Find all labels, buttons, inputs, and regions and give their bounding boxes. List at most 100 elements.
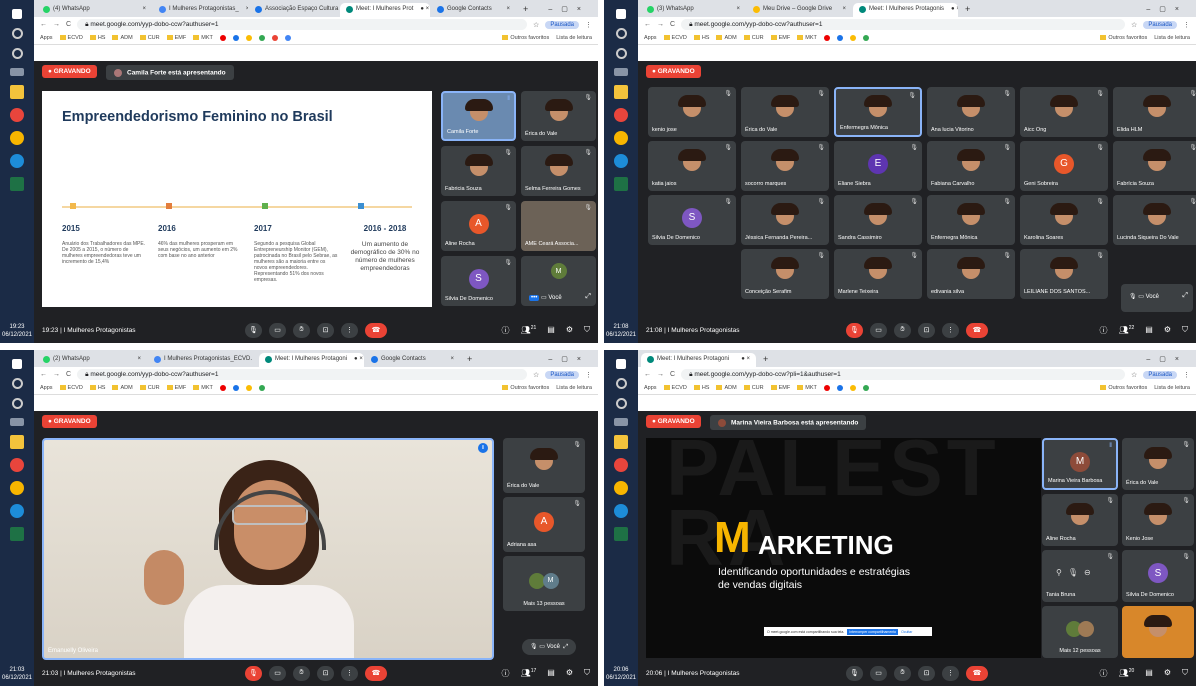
present-button[interactable]: ⊡ — [918, 322, 935, 338]
main-speaker-tile[interactable]: Emanuelly Oliveira ⦀ — [42, 438, 494, 660]
mic-button[interactable]: 🎙︎ — [846, 665, 863, 681]
camera-button[interactable]: ▭ — [870, 322, 887, 338]
new-tab-button[interactable]: + — [959, 4, 976, 17]
extensions-icon[interactable]: ☆ — [1131, 21, 1137, 29]
site-bookmark-icon[interactable] — [245, 35, 252, 41]
windows-start-icon[interactable] — [12, 359, 22, 369]
window-controls[interactable]: –▢× — [540, 5, 598, 17]
bookmark-mkt[interactable]: MKT — [797, 35, 817, 41]
participant-tile[interactable]: G Geni Sobreira 🎙︎ — [1020, 141, 1108, 191]
windows-start-icon[interactable] — [12, 9, 22, 19]
participant-tile[interactable]: ⚲🎙︎⊖ Tania Bruna 🎙︎ — [1042, 550, 1118, 602]
participant-tile[interactable]: S Silvia De Domenico 🎙︎ — [1122, 550, 1194, 602]
participant-tile[interactable]: LEILIANE DOS SANTOS... 🎙︎ — [1020, 249, 1108, 299]
participant-tile[interactable]: katia jaios 🎙︎ — [648, 141, 736, 191]
bookmark-apps[interactable]: Apps — [40, 385, 53, 391]
chat-icon[interactable]: ▤ — [1145, 325, 1153, 336]
gmail-icon[interactable] — [271, 35, 278, 41]
chrome-icon[interactable] — [614, 458, 628, 472]
chrome-icon[interactable] — [10, 458, 24, 472]
camera-button[interactable]: ▭ — [269, 322, 286, 338]
self-tile[interactable] — [1122, 606, 1194, 658]
site-bookmark-icon[interactable] — [836, 35, 843, 41]
new-tab-button[interactable]: + — [517, 4, 534, 17]
participant-tile[interactable]: Lucinda Siqueira Do Vale 🎙︎ — [1113, 195, 1196, 245]
tab-meet[interactable]: Meet: I Mulheres Protagonis● × — [853, 3, 958, 17]
bookmark-apps[interactable]: Apps — [644, 35, 657, 41]
expand-icon[interactable]: ⤢ — [1182, 292, 1188, 300]
participant-tile[interactable]: Elida HLM 🎙︎ — [1113, 87, 1196, 137]
participant-tile[interactable]: E Eliane Siebra 🎙︎ — [834, 141, 922, 191]
excel-icon[interactable] — [10, 527, 24, 541]
present-button[interactable]: ⊡ — [317, 322, 334, 338]
youtube-icon[interactable] — [219, 35, 226, 41]
participant-tile[interactable]: Marlene Teixeira 🎙︎ — [834, 249, 922, 299]
participant-tile[interactable]: A Adriana asa 🎙︎ — [503, 497, 585, 552]
extensions-icon[interactable]: ☆ — [533, 371, 539, 379]
cortana-icon[interactable] — [11, 398, 23, 409]
participant-tile[interactable]: S Silvia De Domenico 🎙︎ — [441, 256, 516, 306]
task-view-icon[interactable] — [614, 418, 628, 426]
bookmark-ecvd[interactable]: ECVD — [663, 385, 687, 391]
back-icon[interactable]: ← — [40, 371, 47, 378]
host-controls-icon[interactable]: ⛉ — [584, 668, 590, 679]
hide-button[interactable]: Ocultar — [901, 630, 912, 634]
address-bar[interactable]: 🔒︎ meet.google.com/yyp-dobo-ccw?pli=1&au… — [681, 369, 1126, 380]
search-icon[interactable] — [615, 378, 627, 389]
file-explorer-icon[interactable] — [10, 435, 24, 449]
edge-icon[interactable] — [614, 504, 628, 518]
participant-tile[interactable]: edivania silva 🎙︎ — [927, 249, 1015, 299]
profile-button[interactable]: Pausada — [1143, 20, 1177, 29]
profile-button[interactable]: Pausada — [545, 20, 579, 29]
youtube-icon[interactable] — [219, 385, 226, 391]
search-icon[interactable] — [11, 28, 23, 39]
tab-whatsapp[interactable]: (3) WhatsApp × — [641, 3, 746, 17]
reload-icon[interactable]: C — [66, 21, 71, 28]
search-icon[interactable] — [11, 378, 23, 389]
participant-tile[interactable]: Kenio Jose 🎙︎ — [1122, 494, 1194, 546]
chat-icon[interactable]: ▤ — [547, 668, 555, 679]
menu-icon[interactable]: ⋮ — [1183, 371, 1190, 379]
more-options-icon[interactable]: ••• — [529, 295, 540, 301]
participant-tile[interactable]: A Aline Rocha 🎙︎ — [441, 201, 516, 251]
bookmark-cur[interactable]: CUR — [743, 385, 764, 391]
chrome-canary-icon[interactable] — [10, 131, 24, 145]
new-tab-button[interactable]: + — [461, 354, 478, 367]
bookmark-hs[interactable]: HS — [693, 35, 709, 41]
participant-tile[interactable]: M Marina Vieira Barbosa ⦀ — [1042, 438, 1118, 490]
participant-tile[interactable]: Aicc Ong 🎙︎ — [1020, 87, 1108, 137]
participant-tile[interactable]: Camila Forte ⦀ — [441, 91, 516, 141]
more-options-button[interactable]: ⋮ — [341, 322, 358, 338]
participant-tile[interactable]: Fabrícia Souza 🎙︎ — [1113, 141, 1196, 191]
bookmark-ecvd[interactable]: ECVD — [59, 35, 83, 41]
tab-docs[interactable]: I Mulheres Protagonistas_ × — [153, 3, 248, 17]
task-view-icon[interactable] — [10, 68, 24, 76]
menu-icon[interactable]: ⋮ — [585, 21, 592, 29]
menu-icon[interactable]: ⋮ — [585, 371, 592, 379]
bookmark-emf[interactable]: EMF — [770, 385, 790, 391]
expand-icon[interactable]: ⤢ — [585, 293, 591, 301]
participant-tile[interactable]: Jéssica Fernanda Pereira... 🎙︎ — [741, 195, 829, 245]
profile-button[interactable]: Pausada — [1143, 370, 1177, 379]
info-icon[interactable]: ⓘ — [1100, 668, 1108, 679]
chat-icon[interactable]: ▤ — [547, 325, 555, 336]
reload-icon[interactable]: C — [66, 371, 71, 378]
bookmark-ecvd[interactable]: ECVD — [663, 35, 687, 41]
address-bar[interactable]: 🔒︎ meet.google.com/yyp-dobo-ccw?authuser… — [77, 369, 528, 380]
site-bookmark-icon[interactable] — [862, 385, 869, 391]
site-bookmark-icon[interactable] — [258, 385, 265, 391]
participant-tile[interactable]: Fabiana Carvalho 🎙︎ — [927, 141, 1015, 191]
file-explorer-icon[interactable] — [614, 85, 628, 99]
participant-tile[interactable]: Enfernegra Mônica 🎙︎ — [927, 195, 1015, 245]
bookmark-hs[interactable]: HS — [89, 385, 105, 391]
participant-tile[interactable]: socorro marques 🎙︎ — [741, 141, 829, 191]
bookmark-adm[interactable]: ADM — [112, 385, 133, 391]
address-bar[interactable]: 🔒︎ meet.google.com/yyp-dobo-ccw?authuser… — [77, 19, 528, 30]
people-icon[interactable]: 👥︎17 — [521, 668, 537, 679]
bookmark-emf[interactable]: EMF — [166, 385, 186, 391]
participant-tile[interactable]: Sandra Cassimiro 🎙︎ — [834, 195, 922, 245]
activities-icon[interactable]: ⚙︎ — [566, 668, 573, 679]
more-people-tile[interactable]: Mais 12 pessoas — [1042, 606, 1118, 658]
leave-call-button[interactable]: ☎︎ — [365, 665, 387, 681]
site-bookmark-icon[interactable] — [849, 35, 856, 41]
